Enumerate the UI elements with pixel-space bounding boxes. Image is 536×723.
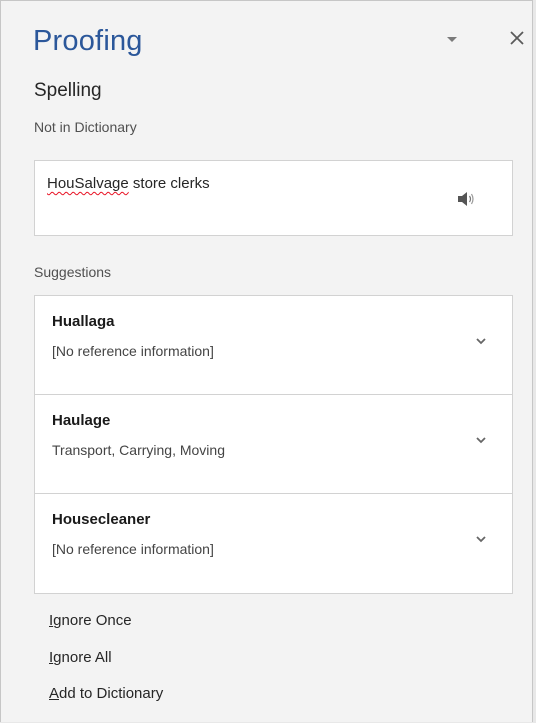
speaker-icon (458, 192, 474, 206)
context-rest: store clerks (128, 175, 210, 192)
suggestion-description: [No reference information] (52, 343, 214, 359)
suggestion-item[interactable]: Haulage Transport, Carrying, Moving (35, 395, 512, 494)
task-pane-options-button[interactable] (441, 29, 463, 51)
suggestion-item[interactable]: Housecleaner [No reference information] (35, 494, 512, 593)
chevron-down-icon[interactable] (475, 336, 487, 346)
pane-title: Proofing (33, 25, 143, 57)
error-status: Not in Dictionary (34, 119, 137, 135)
chevron-down-icon[interactable] (475, 435, 487, 445)
chevron-down-icon[interactable] (475, 534, 487, 544)
action-label: dd to Dictionary (59, 685, 164, 702)
section-heading: Spelling (34, 80, 102, 101)
suggestion-item[interactable]: Huallaga [No reference information] (35, 296, 512, 395)
context-sentence: HouSalvage store clerks (47, 175, 210, 192)
ignore-once-button[interactable]: Ignore Once (49, 612, 132, 629)
context-sentence-box: HouSalvage store clerks (34, 160, 513, 236)
suggestions-list: Huallaga [No reference information] Haul… (34, 295, 513, 594)
action-label: gnore All (53, 649, 112, 666)
misspelled-word: HouSalvage (47, 175, 129, 192)
suggestion-word: Haulage (52, 412, 111, 429)
close-icon (510, 31, 524, 45)
close-button[interactable] (505, 26, 529, 50)
action-label: gnore Once (53, 612, 132, 629)
suggestion-word: Housecleaner (52, 511, 151, 528)
read-aloud-button[interactable] (456, 191, 476, 207)
ignore-all-button[interactable]: Ignore All (49, 649, 112, 666)
triangle-down-icon (447, 37, 457, 42)
add-to-dictionary-button[interactable]: Add to Dictionary (49, 685, 163, 702)
proofing-pane: Proofing Spelling Not in Dictionary HouS… (0, 0, 533, 722)
suggestion-description: [No reference information] (52, 541, 214, 557)
suggestion-description: Transport, Carrying, Moving (52, 442, 225, 458)
suggestions-label: Suggestions (34, 264, 112, 280)
suggestion-word: Huallaga (52, 313, 115, 330)
accelerator-key: A (49, 685, 60, 702)
